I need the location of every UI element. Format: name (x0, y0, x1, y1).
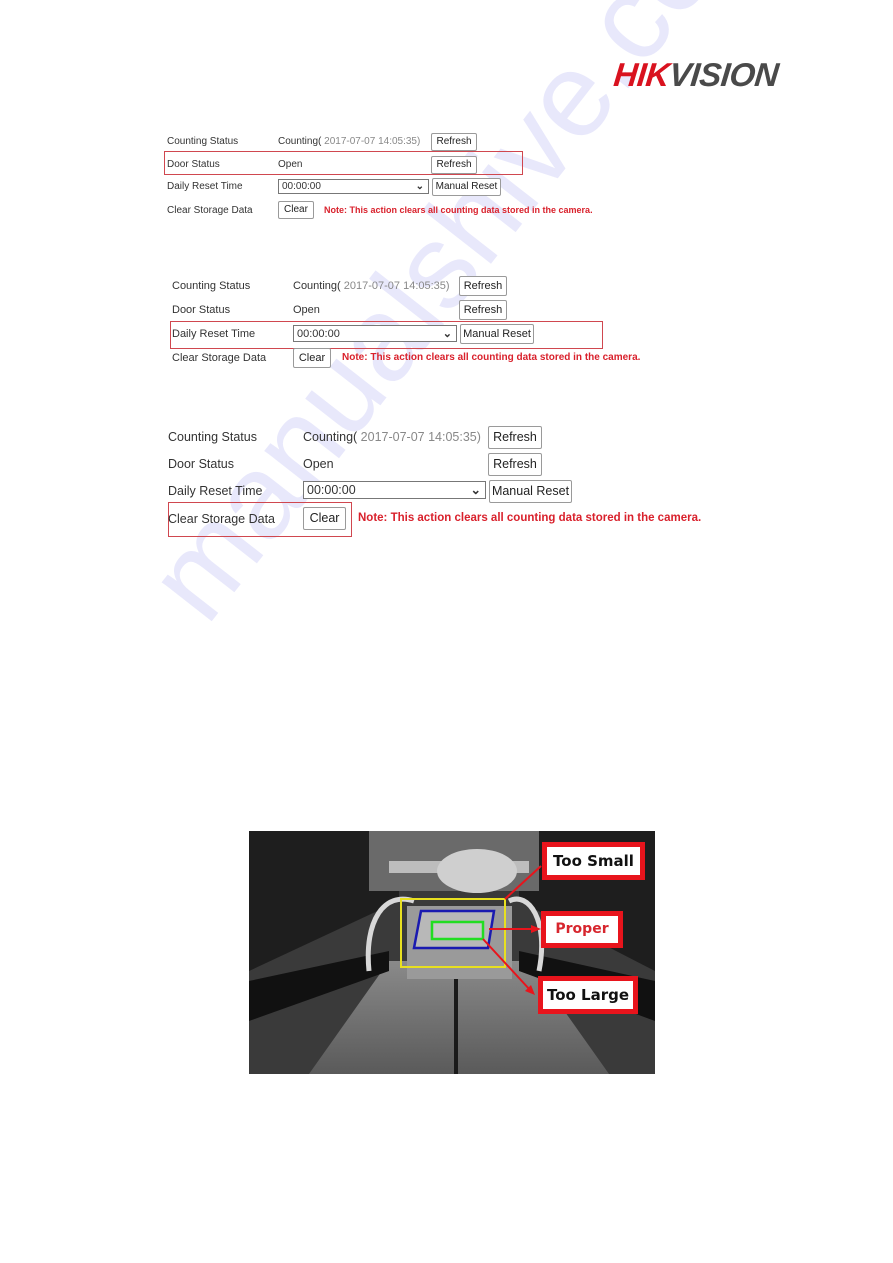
counting-settings-panel-2: Counting Status Counting( 2017-07-07 14:… (168, 273, 641, 373)
manual-reset-button[interactable]: Manual Reset (489, 480, 572, 503)
hand (437, 849, 517, 893)
daily-reset-selected-value: 00:00:00 (297, 328, 340, 340)
manual-reset-button[interactable]: Manual Reset (432, 178, 501, 196)
counting-status-value: Counting( 2017-07-07 14:05:35) (303, 430, 481, 444)
counting-status-value: Counting( 2017-07-07 14:05:35) (278, 136, 420, 147)
label-too-large: Too Large (538, 976, 638, 1014)
daily-reset-time-select[interactable]: 00:00:00 ⌄ (278, 179, 429, 194)
counting-settings-panel-1: Counting Status Counting( 2017-07-07 14:… (164, 130, 604, 225)
counting-status-label: Counting Status (168, 430, 257, 444)
counting-settings-panel-3: Counting Status Counting( 2017-07-07 14:… (164, 424, 701, 544)
daily-reset-time-select[interactable]: 00:00:00 ⌄ (303, 481, 486, 499)
refresh-counting-button[interactable]: Refresh (488, 426, 542, 449)
counting-status-text: Counting( (303, 430, 358, 444)
door-status-value: Open (278, 159, 303, 170)
refresh-door-button[interactable]: Refresh (431, 156, 477, 174)
clear-button[interactable]: Clear (293, 348, 331, 368)
daily-reset-label: Daily Reset Time (168, 484, 263, 498)
daily-reset-selected-value: 00:00:00 (282, 181, 321, 192)
chevron-down-icon: ⌄ (442, 327, 452, 340)
camera-view-figure: Too Small Proper Too Large (249, 831, 655, 1074)
daily-reset-label: Daily Reset Time (172, 328, 256, 340)
clear-warning-note: Note: This action clears all counting da… (342, 352, 641, 363)
refresh-counting-button[interactable]: Refresh (459, 276, 507, 296)
clear-storage-label: Clear Storage Data (168, 512, 276, 526)
daily-reset-label: Daily Reset Time (167, 181, 243, 192)
door-status-label: Door Status (167, 159, 220, 170)
daily-reset-selected-value: 00:00:00 (307, 483, 356, 497)
counting-status-timestamp: 2017-07-07 14:05:35) (340, 280, 450, 292)
counting-status-timestamp: 2017-07-07 14:05:35) (321, 136, 421, 147)
daily-reset-time-select[interactable]: 00:00:00 ⌄ (293, 325, 457, 342)
door-status-value: Open (293, 304, 320, 316)
chevron-down-icon: ⌄ (470, 482, 481, 497)
counting-status-timestamp: 2017-07-07 14:05:35) (357, 430, 481, 444)
refresh-door-button[interactable]: Refresh (459, 300, 507, 320)
clear-storage-label: Clear Storage Data (172, 352, 267, 364)
door-status-value: Open (303, 457, 334, 471)
hikvision-logo: HIKVISION (612, 56, 781, 93)
refresh-counting-button[interactable]: Refresh (431, 133, 477, 151)
clear-warning-note: Note: This action clears all counting da… (324, 205, 593, 215)
counting-status-value: Counting( 2017-07-07 14:05:35) (293, 280, 450, 292)
label-proper: Proper (541, 911, 623, 948)
refresh-door-button[interactable]: Refresh (488, 453, 542, 476)
logo-part-hik: HIK (612, 56, 672, 93)
logo-part-vision: VISION (667, 56, 781, 93)
manual-reset-button[interactable]: Manual Reset (460, 324, 534, 344)
counting-status-label: Counting Status (167, 136, 239, 147)
label-too-small: Too Small (542, 842, 645, 880)
door-status-label: Door Status (168, 457, 235, 471)
chevron-down-icon: ⌄ (415, 180, 424, 192)
too-large-box (430, 920, 485, 941)
counting-status-text: Counting( (293, 280, 341, 292)
counting-status-label: Counting Status (172, 280, 251, 292)
counting-status-text: Counting( (278, 136, 322, 147)
clear-warning-note: Note: This action clears all counting da… (358, 512, 702, 524)
clear-button[interactable]: Clear (278, 201, 314, 219)
clear-storage-label: Clear Storage Data (167, 205, 253, 216)
door-status-label: Door Status (172, 304, 231, 316)
clear-button[interactable]: Clear (303, 507, 346, 530)
